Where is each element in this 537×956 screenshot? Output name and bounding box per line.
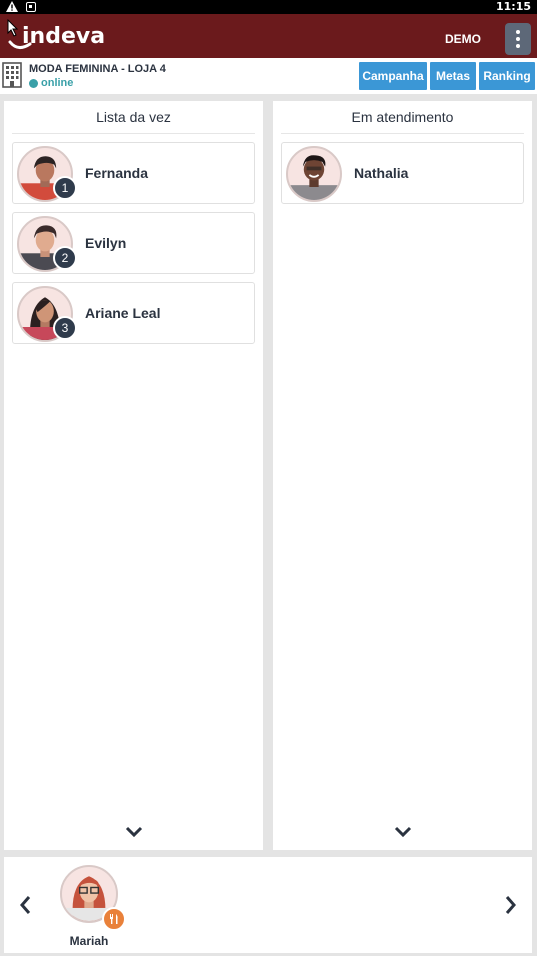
chevron-down-icon[interactable] [125,826,143,838]
queue-card[interactable]: 3 Ariane Leal [12,282,255,344]
serving-card[interactable]: Nathalia [281,142,524,204]
chevron-right-icon[interactable] [504,894,518,916]
break-bar: Mariah [4,857,532,953]
online-status-dot [29,78,38,88]
avatar-illustration [288,155,340,200]
store-name: MODA FEMININA - LOJA 4 [29,63,166,75]
serving-title: Em atendimento [281,109,524,134]
serving-panel: Em atendimento Nathalia [273,101,532,850]
salesperson-name: Evilyn [85,235,127,251]
metas-button[interactable]: Metas [430,62,476,90]
app-header: indeva DEMO [0,14,537,58]
queue-position-badge: 2 [53,246,77,270]
chevron-left-icon[interactable] [18,894,32,916]
store-status: online [29,77,73,89]
salesperson-name: Fernanda [85,165,149,181]
user-label: DEMO [445,32,481,46]
store-status-label: online [41,77,74,89]
action-buttons: Campanha Metas Ranking [359,62,535,90]
queue-position-badge: 1 [53,176,77,200]
cutlery-icon [110,914,118,924]
salesperson-name: Nathalia [354,165,409,181]
notification-box-icon [26,1,36,12]
avatar [286,146,342,202]
status-bar: 11:15 [0,0,537,14]
ranking-button[interactable]: Ranking [479,62,535,90]
indeva-logo[interactable]: indeva [8,22,105,52]
queue-card[interactable]: 2 Evilyn [12,212,255,274]
building-icon [2,62,22,88]
break-person-name: Mariah [69,934,109,948]
store-bar: MODA FEMININA - LOJA 4 online Campanha M… [0,58,537,94]
queue-panel: Lista da vez 1 Fernanda 2 Evilyn 3 Arian… [4,101,263,850]
chevron-down-icon[interactable] [394,826,412,838]
kebab-menu-icon [516,30,520,34]
queue-title: Lista da vez [12,109,255,134]
kebab-menu-button[interactable] [505,23,531,55]
queue-card[interactable]: 1 Fernanda [12,142,255,204]
warning-icon [6,1,18,12]
campanha-button[interactable]: Campanha [359,62,427,90]
queue-position-badge: 3 [53,316,77,340]
mouse-cursor-icon [7,19,19,37]
salesperson-name: Ariane Leal [85,305,161,321]
break-status-badge [102,907,126,931]
clock: 11:15 [495,0,531,13]
logo-text: indeva [22,24,106,49]
